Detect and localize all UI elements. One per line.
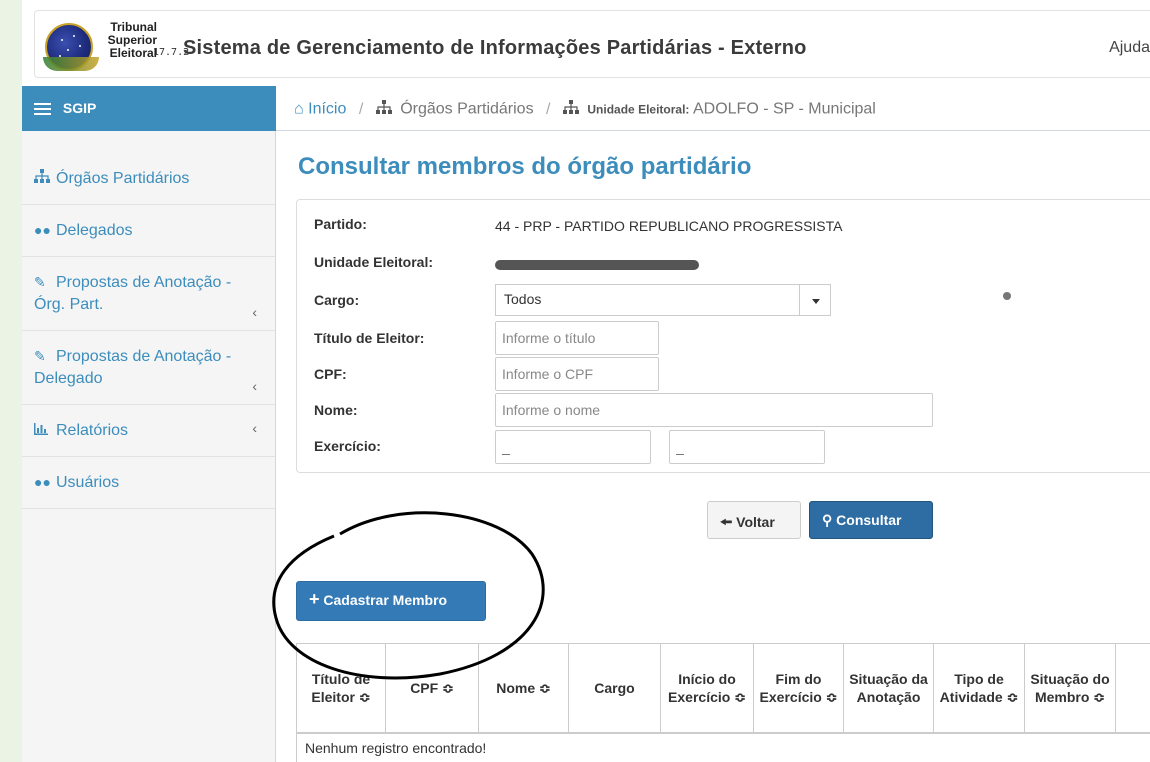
sidebar-item-label: Órgãos Partidários <box>56 170 190 187</box>
exercicio-to-input[interactable] <box>669 430 825 464</box>
sidebar: Órgãos Partidários ●● Delegados ✎ Proposta… <box>22 131 276 762</box>
redacted-unidade-value <box>495 260 699 270</box>
cadastrar-label: Cadastrar Membro <box>323 592 448 608</box>
home-icon[interactable]: ⌂ <box>294 101 304 118</box>
unidade-label: Unidade Eleitoral: <box>314 254 434 270</box>
logo-line-3: Eleitoral <box>109 46 157 60</box>
th-nome[interactable]: Nome ≎ <box>479 644 569 732</box>
hamburger-icon[interactable] <box>34 100 51 118</box>
chevron-left-icon: ‹ <box>252 304 257 320</box>
consultar-label: Consultar <box>836 512 902 528</box>
breadcrumb-separator: / <box>358 100 364 118</box>
sidebar-item-label: Propostas de Anotação - Delegado <box>34 348 232 387</box>
nome-label: Nome: <box>314 402 358 418</box>
nome-input[interactable] <box>495 393 933 427</box>
breadcrumb-unidade-label: Unidade Eleitoral: <box>587 102 690 117</box>
main-content: Consultar membros do órgão partidário Pa… <box>276 131 1150 762</box>
th-inicio-exercicio[interactable]: Início do Exercício ≎ <box>661 644 754 732</box>
breadcrumb: ⌂ Início / Órgãos Partidários / Unidade … <box>276 86 1150 131</box>
titulo-input[interactable] <box>495 321 659 355</box>
page-title: Consultar membros do órgão partidário <box>298 153 752 180</box>
voltar-label: Voltar <box>736 514 775 530</box>
th-tipo-atividade[interactable]: Tipo de Atividade ≎ <box>934 644 1025 732</box>
bar-chart-icon <box>34 419 52 441</box>
search-icon: ⚲ <box>822 512 833 528</box>
sitemap-icon <box>562 100 579 119</box>
sitemap-icon <box>375 100 392 119</box>
th-fim-exercicio[interactable]: Fim do Exercício ≎ <box>754 644 844 732</box>
sidebar-item-label: Usuários <box>56 474 120 491</box>
sidebar-item-propostas-orgao[interactable]: ✎ Propostas de Anotação - Órg. Part. ‹ <box>22 257 275 331</box>
partido-label: Partido: <box>314 216 367 232</box>
help-link[interactable]: Ajuda <box>1109 39 1150 57</box>
partido-value: 44 - PRP - PARTIDO REPUBLICANO PROGRESSI… <box>495 218 843 234</box>
chevron-down-icon[interactable] <box>812 299 820 304</box>
brand-label: SGIP <box>62 100 97 116</box>
breadcrumb-separator: / <box>546 100 551 118</box>
edit-icon: ✎ <box>34 274 46 290</box>
sidebar-item-label: Delegados <box>56 222 133 239</box>
cadastrar-membro-button[interactable]: + Cadastrar Membro <box>296 581 486 621</box>
users-icon: ●● <box>34 222 51 238</box>
table-empty-row: Nenhum registro encontrado! <box>296 734 1150 762</box>
th-titulo-eleitor[interactable]: Título de Eleitor ≎ <box>296 644 386 732</box>
logo-text: Tribunal Superior Eleitoral <box>105 21 157 60</box>
titulo-label: Título de Eleitor: <box>314 330 425 346</box>
select-divider <box>799 285 800 315</box>
edit-icon: ✎ <box>34 348 46 364</box>
sidebar-toggle[interactable]: SGIP <box>22 86 276 131</box>
chevron-left-icon: ‹ <box>252 420 257 436</box>
exercicio-from-input[interactable] <box>495 430 651 464</box>
plus-icon: + <box>309 589 320 609</box>
sitemap-icon <box>34 167 52 189</box>
breadcrumb-orgaos[interactable]: Órgãos Partidários <box>400 101 533 118</box>
table-header: Título de Eleitor ≎ CPF ≎ Nome ≎ Cargo I… <box>296 643 1150 734</box>
sidebar-item-label: Propostas de Anotação - Órg. Part. <box>34 274 232 313</box>
arrow-left-icon: 🠘 <box>720 514 733 530</box>
cargo-select-value: Todos <box>504 291 542 307</box>
app-title: Sistema de Gerenciamento de Informações … <box>183 37 807 59</box>
breadcrumb-home[interactable]: Início <box>308 101 346 118</box>
cargo-select[interactable]: Todos <box>495 284 831 316</box>
cpf-label: CPF: <box>314 366 347 382</box>
voltar-button[interactable]: 🠘 Voltar <box>707 501 801 539</box>
app-header: Tribunal Superior Eleitoral 17.7.2 Siste… <box>34 10 1150 78</box>
consultar-button[interactable]: ⚲ Consultar <box>809 501 933 539</box>
sidebar-item-usuarios[interactable]: ●● Usuários <box>22 457 275 509</box>
app-window: Tribunal Superior Eleitoral 17.7.2 Siste… <box>22 0 1150 762</box>
th-cargo: Cargo <box>569 644 661 732</box>
sidebar-item-propostas-delegado[interactable]: ✎ Propostas de Anotação - Delegado ‹ <box>22 331 275 405</box>
tse-logo: Tribunal Superior Eleitoral <box>43 19 191 71</box>
membros-table: Título de Eleitor ≎ CPF ≎ Nome ≎ Cargo I… <box>296 643 1150 762</box>
th-situacao-membro[interactable]: Situação do Membro ≎ <box>1025 644 1116 732</box>
breadcrumb-unidade-value: ADOLFO - SP - Municipal <box>692 100 876 118</box>
sidebar-item-orgaos[interactable]: Órgãos Partidários <box>22 131 275 205</box>
logo-swoosh-icon <box>43 57 99 71</box>
th-situacao-anotacao: Situação da Anotação <box>844 644 934 732</box>
sidebar-item-label: Relatórios <box>56 422 129 439</box>
users-icon: ●● <box>34 474 51 490</box>
sidebar-item-relatorios[interactable]: Relatórios ‹ <box>22 405 275 457</box>
filter-form: Partido: 44 - PRP - PARTIDO REPUBLICANO … <box>296 199 1150 473</box>
exercicio-label: Exercício: <box>314 438 381 454</box>
cursor-dot <box>1003 292 1011 300</box>
th-cpf[interactable]: CPF ≎ <box>386 644 479 732</box>
sidebar-item-delegados[interactable]: ●● Delegados <box>22 205 275 257</box>
cargo-label: Cargo: <box>314 292 360 308</box>
chevron-left-icon: ‹ <box>252 378 257 394</box>
cpf-input[interactable] <box>495 357 659 391</box>
